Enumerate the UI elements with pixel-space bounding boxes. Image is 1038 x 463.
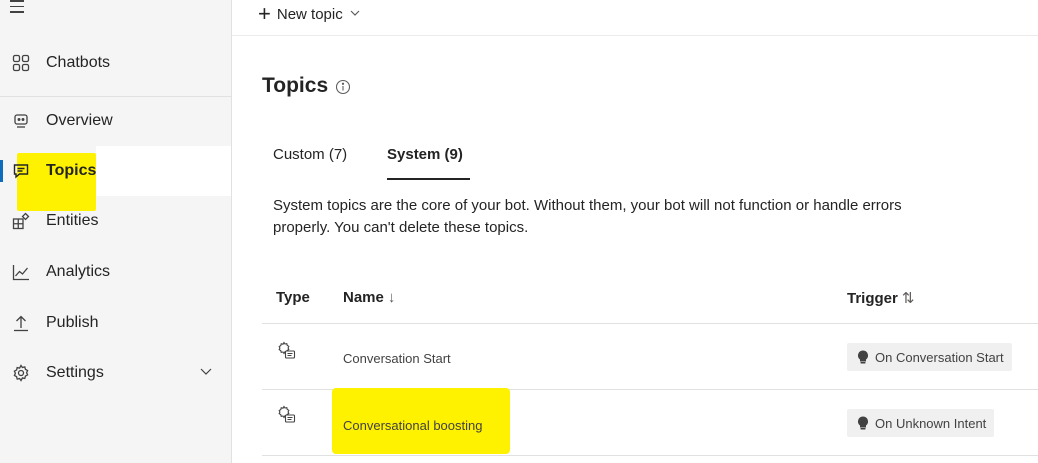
system-topic-icon [276, 405, 296, 430]
chevron-down-icon [349, 6, 361, 23]
bot-icon [11, 111, 31, 131]
nav-label: Chatbots [46, 54, 111, 71]
tab-system[interactable]: System (9) [387, 146, 463, 163]
chart-icon [11, 262, 31, 282]
nav-label: Overview [46, 112, 113, 129]
gear-icon [11, 363, 31, 383]
system-topics-description: System topics are the core of your bot. … [273, 197, 902, 236]
column-header-trigger-label: Trigger [847, 290, 898, 307]
plus-icon: + [258, 1, 271, 26]
column-header-trigger[interactable]: Trigger ⇅ [847, 289, 914, 307]
chat-icon [11, 161, 31, 181]
system-topic-icon [276, 341, 296, 366]
lightbulb-icon [857, 416, 869, 430]
nav-item-chatbots[interactable]: Chatbots [0, 38, 231, 88]
trigger-label: On Unknown Intent [875, 415, 987, 431]
active-indicator [0, 160, 3, 182]
trigger-badge: On Conversation Start [847, 343, 1012, 371]
page-title: Topics [262, 74, 329, 97]
hamburger-menu-icon[interactable] [10, 0, 30, 16]
nav-label: Entities [46, 212, 99, 229]
nav-item-settings[interactable]: Settings [0, 348, 231, 398]
nav-label: Publish [46, 314, 99, 331]
sort-icon: ⇅ [901, 290, 915, 307]
topic-name[interactable]: Conversational boosting [343, 418, 482, 433]
entities-icon [11, 211, 31, 231]
left-nav: Chatbots Overview Topics Entities Analyt… [0, 0, 232, 463]
nav-item-entities[interactable]: Entities [0, 196, 231, 246]
nav-item-publish[interactable]: Publish [0, 298, 231, 348]
tab-custom[interactable]: Custom (7) [273, 146, 347, 163]
nav-label: Settings [46, 364, 104, 381]
nav-item-overview[interactable]: Overview [0, 96, 231, 146]
command-bar: + New topic [232, 0, 1038, 36]
topic-name[interactable]: Conversation Start [343, 351, 451, 366]
nav-item-topics[interactable]: Topics [0, 146, 231, 196]
nav-label: Analytics [46, 263, 111, 280]
chevron-down-icon[interactable] [199, 364, 213, 383]
column-header-name[interactable]: Name ↓ [343, 289, 395, 306]
column-header-name-label: Name [343, 289, 384, 306]
trigger-badge: On Unknown Intent [847, 409, 995, 437]
sort-descending-icon: ↓ [387, 289, 396, 306]
selected-tab-indicator [387, 178, 470, 180]
info-icon[interactable] [335, 79, 351, 100]
nav-label: Topics [46, 162, 97, 179]
lightbulb-icon [857, 350, 869, 364]
table-divider [262, 323, 1038, 324]
grid-icon [11, 53, 31, 73]
new-topic-button[interactable]: + New topic [258, 2, 361, 26]
trigger-label: On Conversation Start [875, 349, 1004, 365]
upload-icon [11, 313, 31, 333]
table-divider [262, 455, 1038, 456]
new-topic-label: New topic [276, 5, 343, 23]
column-header-type: Type [276, 289, 310, 306]
nav-item-analytics[interactable]: Analytics [0, 247, 231, 297]
